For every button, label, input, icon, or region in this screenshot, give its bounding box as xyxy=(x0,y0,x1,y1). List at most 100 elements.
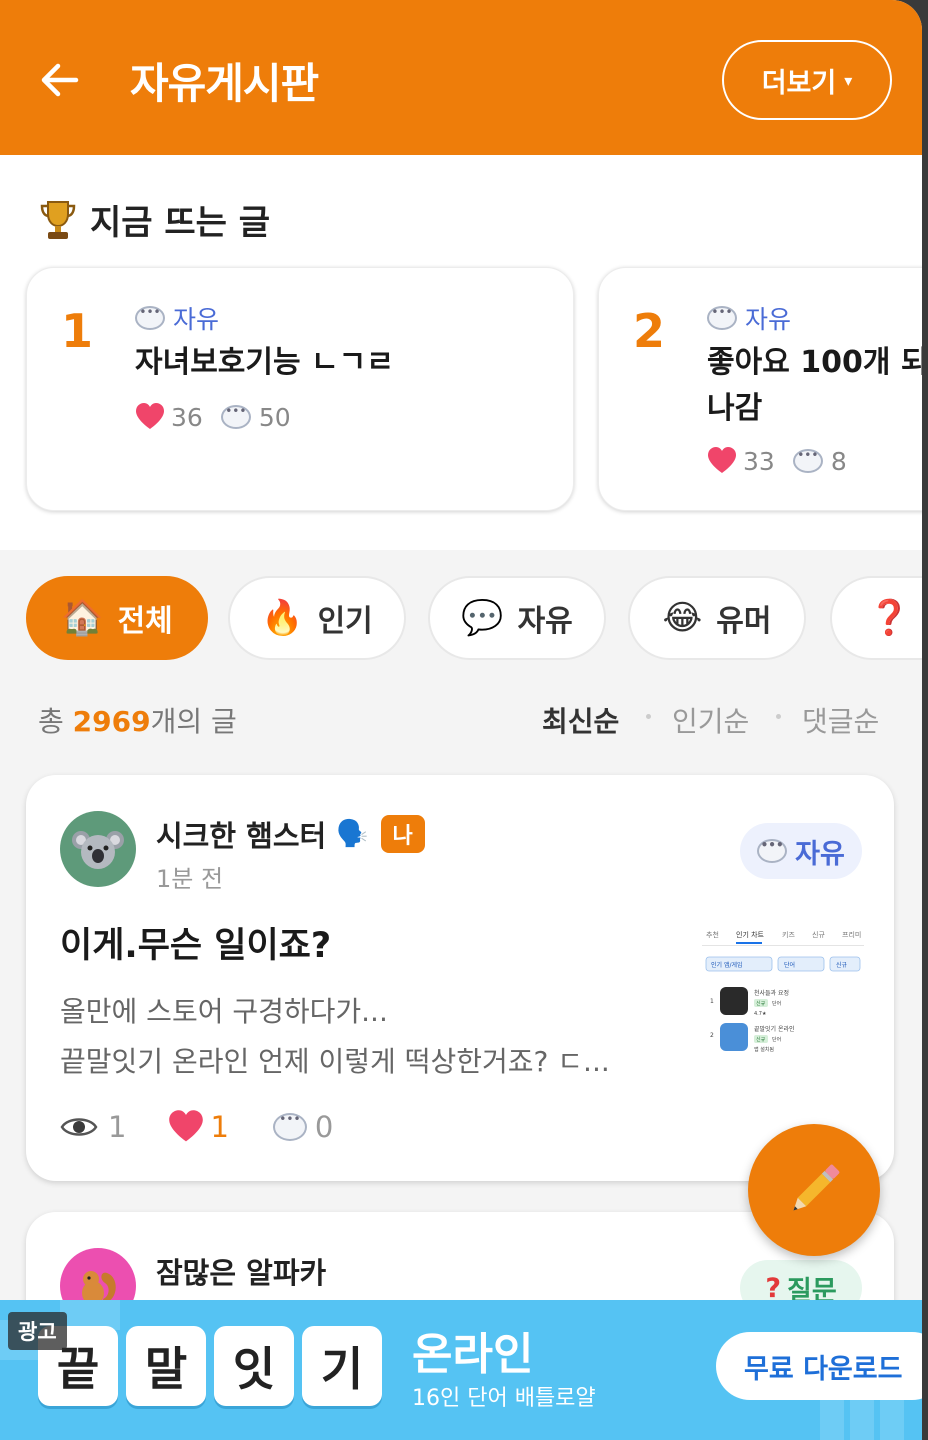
likes-count: 33 xyxy=(743,446,775,476)
comment-icon xyxy=(792,448,823,473)
thumb-tab: 신규 xyxy=(812,930,825,939)
trending-card-1[interactable]: 1 자유 자녀보호기능 ㄴㄱㄹ 36 50 xyxy=(26,267,574,511)
heart-icon xyxy=(136,403,164,429)
trending-stats: 36 50 xyxy=(135,402,291,432)
ad-banner[interactable]: 광고 끝 말 잇 기 온라인 16인 단어 배틀로얄 무료 다운로드 xyxy=(0,1300,922,1440)
sort-divider xyxy=(646,714,651,719)
screen: 자유게시판 더보기 ▾ 지금 뜨는 글 1 자유 자녀보호기능 ㄴㄱㄹ xyxy=(0,0,922,1440)
fire-icon: 🔥 xyxy=(261,598,304,638)
thumb-tab: 인기 차트 xyxy=(736,930,765,939)
pencil-icon xyxy=(793,1164,840,1211)
post-title: 이게.무슨 일이죠? xyxy=(60,926,332,966)
likes-count: 1 xyxy=(210,1110,229,1144)
more-button-label: 더보기 xyxy=(761,67,837,99)
thumb-tag: 신규 xyxy=(756,1000,766,1007)
thumb-tab: 프리미 xyxy=(842,930,861,939)
thumb-app-name: 끝말잇기 온라인 xyxy=(754,1025,795,1033)
thumb-rating: 앱 설치됨 xyxy=(754,1046,774,1053)
comments-count: 50 xyxy=(258,402,291,432)
write-post-button[interactable] xyxy=(748,1124,880,1256)
speech-bubble-icon xyxy=(135,305,165,330)
ad-title: 온라인 xyxy=(412,1329,534,1380)
koala-icon xyxy=(72,831,124,869)
trending-post-title: 좋아요 100개 되 나감 xyxy=(707,340,922,432)
thumb-tab: 키즈 xyxy=(782,930,795,939)
avatar xyxy=(60,811,136,887)
category-badge-label: 자유 xyxy=(795,838,845,870)
trending-post-title-line: 나감 xyxy=(707,391,763,426)
trending-post-title-line: 자녀보호기능 ㄴㄱㄹ xyxy=(135,345,394,380)
views-count: 1 xyxy=(108,1110,127,1144)
likes-count: 36 xyxy=(171,402,203,432)
speech-bubble-icon xyxy=(707,305,737,330)
thumb-tag: 단어 xyxy=(772,1036,781,1043)
house-icon: 🏠 xyxy=(61,598,104,638)
chip-question[interactable]: ❓ 질 xyxy=(830,576,922,660)
comment-icon xyxy=(272,1112,307,1141)
thumb-app-name: 천사들과 요정 xyxy=(754,989,789,997)
trending-category-label: 자유 xyxy=(173,305,220,334)
chip-label: 자유 xyxy=(517,604,573,639)
sort-divider xyxy=(776,714,781,719)
post-thumbnail: 추천 인기 차트 키즈 신규 프리미 인기 앱/게임 단어 신규 1 천사들과 … xyxy=(702,915,864,1080)
trending-category: 자유 xyxy=(707,300,791,336)
trending-post-title-line: 좋아요 100개 되 xyxy=(707,345,922,380)
chip-humor[interactable]: 😂 유머 xyxy=(628,576,806,660)
sort-popular[interactable]: 인기순 xyxy=(672,700,749,740)
post-count-suffix: 개의 글 xyxy=(150,705,237,738)
comment-icon xyxy=(220,404,251,429)
post-excerpt-line: 올만에 스토어 구경하다가... xyxy=(60,995,388,1028)
post-count-prefix: 총 xyxy=(38,705,73,738)
ad-subtitle: 16인 단어 배틀로얄 xyxy=(412,1386,596,1411)
trending-section: 지금 뜨는 글 1 자유 자녀보호기능 ㄴㄱㄹ 36 50 2 xyxy=(0,155,922,550)
speaking-head-icon: 🗣️ xyxy=(336,819,369,849)
trending-title: 지금 뜨는 글 xyxy=(38,195,270,244)
question-mark-icon: ❓ xyxy=(868,598,911,638)
trending-rank: 2 xyxy=(633,304,666,358)
more-button[interactable]: 더보기 ▾ xyxy=(722,40,892,120)
ad-download-button[interactable]: 무료 다운로드 xyxy=(716,1332,922,1400)
ad-letter-tile: 기 xyxy=(302,1326,382,1406)
post-stats: 1 1 0 xyxy=(60,1109,333,1145)
post-excerpt-line: 끝말잇기 온라인 언제 이렇게 떡상한거죠? ㄷ... xyxy=(60,1045,610,1078)
ad-letter-tile: 말 xyxy=(126,1326,206,1406)
heart-icon xyxy=(169,1110,204,1142)
laughing-face-icon: 😂 xyxy=(662,598,703,638)
trending-title-text: 지금 뜨는 글 xyxy=(90,203,271,243)
post-excerpt: 올만에 스토어 구경하다가... 끝말잇기 온라인 언제 이렇게 떡상한거죠? … xyxy=(60,987,610,1087)
chevron-down-icon: ▾ xyxy=(844,70,853,90)
trophy-icon xyxy=(40,200,76,239)
sort-latest[interactable]: 최신순 xyxy=(542,700,619,740)
trending-rank: 1 xyxy=(61,304,94,358)
sort-comments[interactable]: 댓글순 xyxy=(802,700,879,740)
thumb-filter: 단어 xyxy=(784,961,795,969)
category-filter: 🏠 전체 🔥 인기 💬 자유 😂 유머 ❓ 질 xyxy=(0,550,922,680)
thumb-filter: 인기 앱/게임 xyxy=(711,961,743,969)
back-arrow-icon[interactable] xyxy=(36,56,84,104)
question-mark-icon: ? xyxy=(765,1272,781,1304)
chip-all[interactable]: 🏠 전체 xyxy=(26,576,208,660)
author-name: 시크한 햄스터 🗣️ 나 xyxy=(156,813,425,855)
chip-free[interactable]: 💬 자유 xyxy=(428,576,606,660)
trending-stats: 33 8 xyxy=(707,446,847,476)
speech-bubble-icon xyxy=(757,838,788,863)
trending-post-title: 자녀보호기능 ㄴㄱㄹ xyxy=(135,340,394,386)
author-name-text: 시크한 햄스터 xyxy=(156,819,327,853)
chip-popular[interactable]: 🔥 인기 xyxy=(228,576,406,660)
post-card[interactable]: 시크한 햄스터 🗣️ 나 1분 전 자유 이게.무슨 일이죠? 올만에 스토어 … xyxy=(26,775,894,1181)
trending-card-2[interactable]: 2 자유 좋아요 100개 되 나감 33 8 xyxy=(598,267,922,511)
ad-letter-tile: 잇 xyxy=(214,1326,294,1406)
me-badge: 나 xyxy=(380,815,425,853)
author-name: 잠많은 알파카 xyxy=(156,1250,326,1292)
chip-label: 유머 xyxy=(716,604,772,639)
thumbnail-graphic: 추천 인기 차트 키즈 신규 프리미 인기 앱/게임 단어 신규 1 천사들과 … xyxy=(702,915,864,1080)
speech-bubble-icon: 💬 xyxy=(461,598,504,638)
thumb-tag: 신규 xyxy=(756,1036,766,1043)
thumb-rank: 2 xyxy=(710,1032,714,1039)
thumb-filter: 신규 xyxy=(836,961,848,969)
thumb-rating: 4.7★ xyxy=(754,1011,767,1017)
app-header: 자유게시판 더보기 ▾ xyxy=(0,0,922,155)
trending-category-label: 자유 xyxy=(745,305,792,334)
comments-count: 0 xyxy=(314,1110,334,1144)
category-badge: 자유 xyxy=(740,823,862,879)
